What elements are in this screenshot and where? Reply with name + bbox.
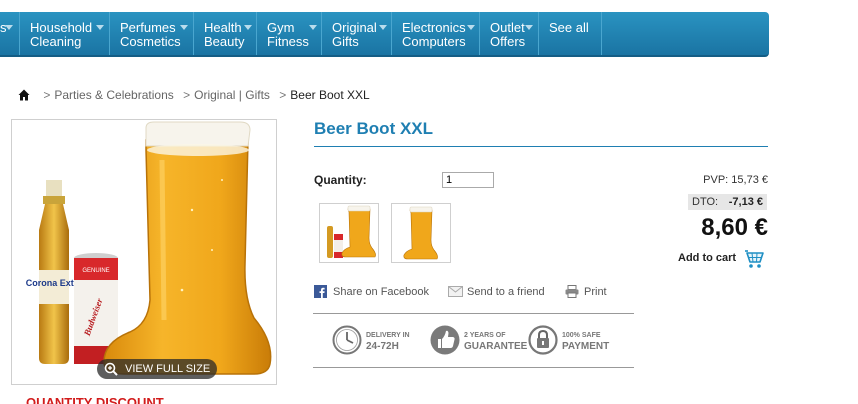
can-label-text: GENUINE xyxy=(82,268,109,274)
breadcrumb-separator: > xyxy=(43,88,51,102)
nav-item-line2: Cosmetics xyxy=(120,34,181,49)
print-label: Print xyxy=(584,286,607,298)
breadcrumb-link[interactable]: Parties & Celebrations xyxy=(54,88,173,102)
nav-item-gym[interactable]: Gym Fitness xyxy=(257,12,322,55)
discount-label: DTO: xyxy=(692,196,719,208)
breadcrumb-link[interactable]: Original | Gifts xyxy=(194,88,270,102)
guarantee-big-text: 24-72H xyxy=(366,341,399,352)
boot-graphic xyxy=(103,121,272,375)
nav-item-line2: Cleaning xyxy=(30,34,82,49)
chevron-down-icon xyxy=(5,25,13,30)
nav-item-line2: Fitness xyxy=(267,34,309,49)
breadcrumb: > Parties & Celebrations > Original | Gift… xyxy=(18,88,370,104)
guarantee-small-text: 2 YEARS OF xyxy=(464,332,506,339)
quantity-input[interactable] xyxy=(442,172,494,188)
guarantee-text: 2 YEARS OF GUARANTEE xyxy=(464,330,527,352)
discount-badge: DTO: -7,13 € xyxy=(688,194,767,210)
breadcrumb-separator: > xyxy=(183,88,191,102)
zoom-icon xyxy=(104,362,118,376)
nav-item-perfumes[interactable]: Perfumes Cosmetics xyxy=(110,12,194,55)
beer-boot-illustration: Corona Extra GENUINE Budweiser xyxy=(26,121,272,375)
main-nav: s Household Cleaning Perfumes Cosmetics … xyxy=(0,12,769,57)
nav-item-line2: Gifts xyxy=(332,34,359,49)
share-facebook-label: Share on Facebook xyxy=(333,286,430,298)
nav-item-line2: Offers xyxy=(490,34,526,49)
chevron-down-icon xyxy=(525,25,533,30)
home-icon[interactable] xyxy=(18,89,30,101)
lock-icon xyxy=(528,325,558,355)
guarantees-divider xyxy=(313,313,634,314)
facebook-icon xyxy=(314,285,327,298)
product-title: Beer Boot XXL xyxy=(314,119,434,138)
add-to-cart-button[interactable]: Add to cart xyxy=(678,249,768,271)
pvp-price: PVP: 15,73 € xyxy=(703,174,768,186)
breadcrumb-separator: > xyxy=(279,88,287,102)
nav-item-original-gifts[interactable]: Original Gifts xyxy=(322,12,392,55)
chevron-down-icon xyxy=(379,25,387,30)
title-divider xyxy=(314,146,768,147)
thumbnail-image xyxy=(403,206,438,260)
nav-item-household[interactable]: Household Cleaning xyxy=(20,12,110,55)
discount-value: -7,13 € xyxy=(728,196,763,208)
thumbnail-image xyxy=(327,205,376,258)
send-to-friend-label: Send to a friend xyxy=(467,286,545,298)
guarantee-big-text: PAYMENT xyxy=(562,341,610,352)
breadcrumb-current: Beer Boot XXL xyxy=(290,88,370,102)
nav-item-outlet[interactable]: Outlet Offers xyxy=(480,12,539,55)
product-image[interactable]: Corona Extra GENUINE Budweiser VIEW FULL… xyxy=(11,119,277,385)
guarantees-divider xyxy=(313,367,634,368)
cart-icon xyxy=(745,250,764,268)
thumbs-up-icon xyxy=(430,325,460,355)
nav-item-health[interactable]: Health Beauty xyxy=(194,12,257,55)
guarantee-text: 100% SAFE PAYMENT xyxy=(562,330,609,352)
view-full-size-label: VIEW FULL SIZE xyxy=(125,363,211,375)
nav-item-electronics[interactable]: Electronics Computers xyxy=(392,12,480,55)
product-thumbnail[interactable] xyxy=(319,203,379,263)
guarantee-small-text: DELIVERY IN xyxy=(366,332,410,339)
nav-item-line2: Beauty xyxy=(204,34,245,49)
clock-icon xyxy=(332,325,362,355)
nav-item-line1: See all xyxy=(549,20,589,35)
nav-item-partial[interactable]: s xyxy=(0,12,20,55)
chevron-down-icon xyxy=(96,25,104,30)
product-thumbnail[interactable] xyxy=(391,203,451,263)
view-full-size-button[interactable]: VIEW FULL SIZE xyxy=(97,359,217,379)
quantity-discount-heading: QUANTITY DISCOUNT xyxy=(26,395,164,404)
guarantee-big-text: GUARANTEE xyxy=(464,341,528,352)
nav-item-see-all[interactable]: See all xyxy=(539,12,602,55)
chevron-down-icon xyxy=(309,25,317,30)
guarantee-text: DELIVERY IN 24-72H xyxy=(366,330,410,352)
guarantee-small-text: 100% SAFE xyxy=(562,332,601,339)
printer-icon xyxy=(565,285,579,298)
chevron-down-icon xyxy=(244,25,252,30)
add-to-cart-label: Add to cart xyxy=(678,252,737,264)
product-price: 8,60 € xyxy=(701,214,768,241)
quantity-label: Quantity: xyxy=(314,173,367,187)
nav-item-line2: Computers xyxy=(402,34,466,49)
chevron-down-icon xyxy=(467,25,475,30)
chevron-down-icon xyxy=(180,25,188,30)
envelope-icon xyxy=(448,286,463,297)
